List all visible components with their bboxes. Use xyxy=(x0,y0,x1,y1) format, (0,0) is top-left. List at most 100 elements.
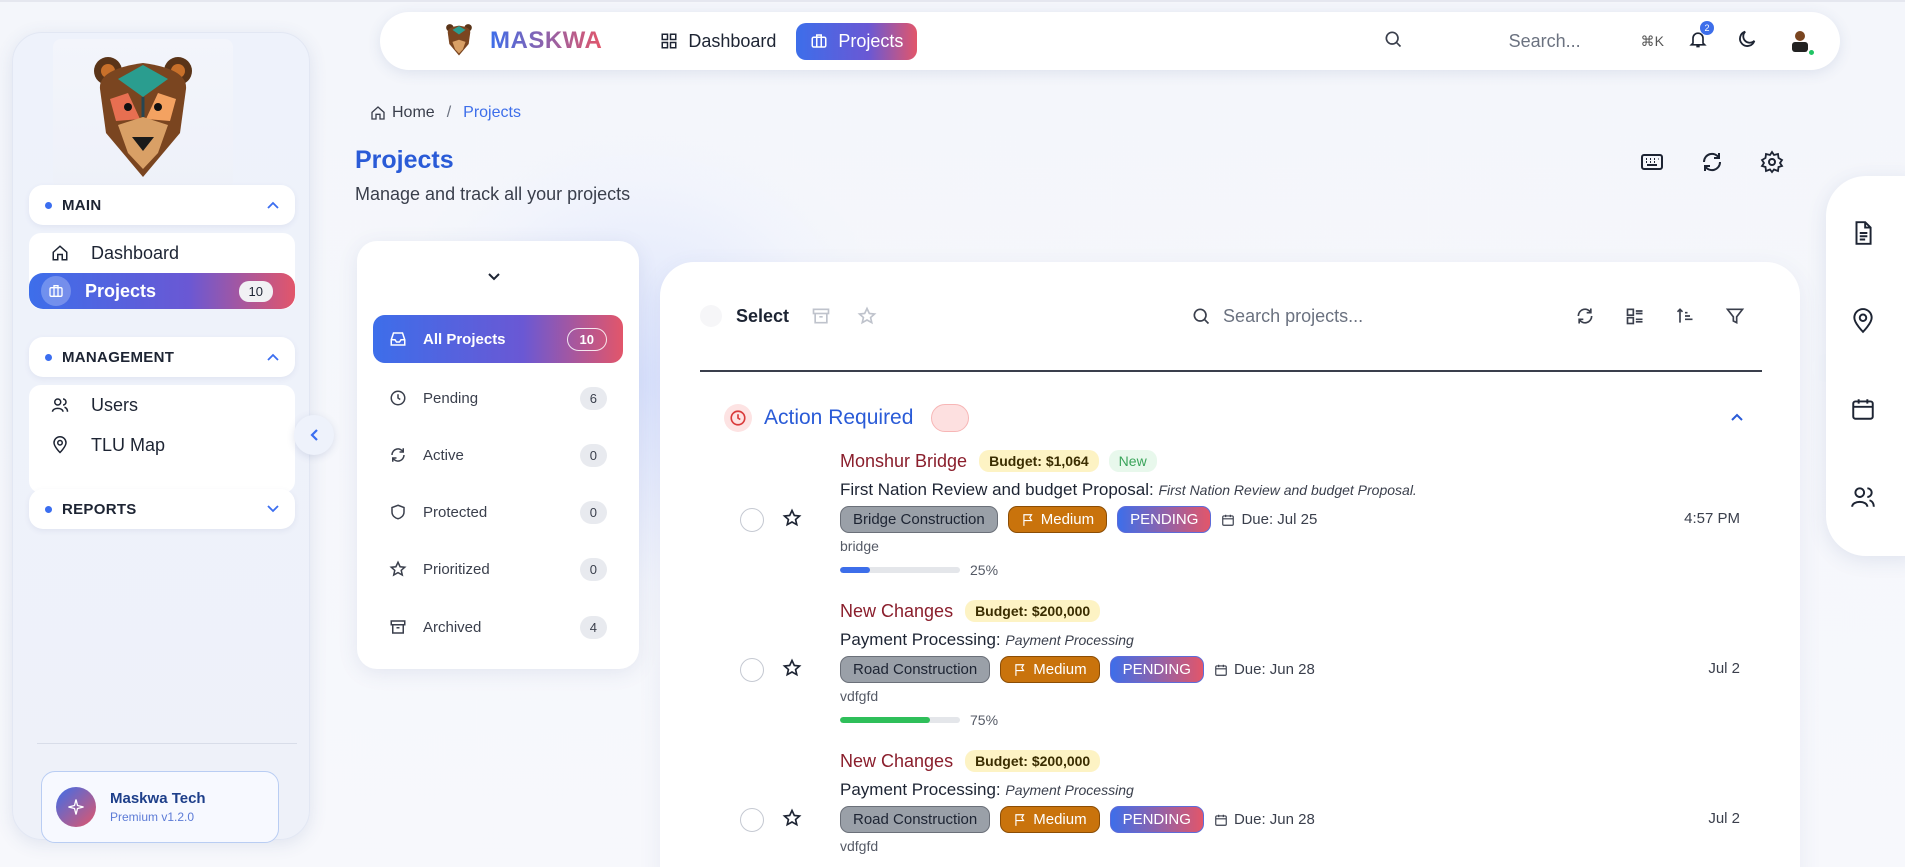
select-all-checkbox[interactable] xyxy=(700,305,722,327)
brand-version: Premium v1.2.0 xyxy=(110,810,195,824)
sidebar-item-projects[interactable]: Projects 10 xyxy=(29,273,295,309)
breadcrumb-home[interactable]: Home xyxy=(392,104,435,122)
briefcase-icon xyxy=(810,32,828,50)
sidebar-item-dashboard[interactable]: Dashboard xyxy=(29,233,295,273)
sort-button[interactable] xyxy=(1660,306,1710,326)
home-icon xyxy=(370,105,386,121)
status-badge: PENDING xyxy=(1109,806,1204,833)
document-icon xyxy=(1855,221,1872,245)
filter-label: Active xyxy=(423,446,464,464)
brand-card[interactable]: Maskwa Tech Premium v1.2.0 xyxy=(41,771,279,843)
favorite-button[interactable] xyxy=(782,808,802,833)
updated-time: Jul 2 xyxy=(1708,810,1740,827)
due-date-text: Due: Jul 25 xyxy=(1241,511,1318,528)
group-title: Action Required xyxy=(764,406,914,429)
new-badge: New xyxy=(1108,450,1157,472)
filter-button[interactable] xyxy=(1710,306,1760,326)
project-row[interactable]: Monshur Bridge Budget: $1,064 New First … xyxy=(740,450,1740,600)
refresh-list-button[interactable] xyxy=(1560,306,1610,326)
filter-pending[interactable]: Pending 6 xyxy=(373,375,623,421)
list-toolbar: Select xyxy=(700,296,1760,336)
top-navbar: MASKWA Dashboard Projects Search... ⌘K 2 xyxy=(380,12,1840,70)
breadcrumb-separator: / xyxy=(446,104,452,121)
filter-all-projects[interactable]: All Projects 10 xyxy=(373,315,623,363)
toolbar-divider xyxy=(700,370,1762,372)
collapse-sidebar-button[interactable] xyxy=(294,415,334,455)
users-icon xyxy=(1851,487,1875,508)
breadcrumb: Home / Projects xyxy=(370,104,521,122)
select-label[interactable]: Select xyxy=(736,306,789,327)
section-main-header[interactable]: MAIN xyxy=(29,185,295,225)
project-name[interactable]: New Changes xyxy=(840,751,953,772)
settings-button[interactable] xyxy=(1742,150,1802,174)
row-checkbox[interactable] xyxy=(740,658,764,682)
flag-icon xyxy=(1021,513,1035,527)
online-status xyxy=(1807,48,1816,57)
project-title: First Nation Review and budget Proposal:… xyxy=(840,480,1417,500)
sparkle-icon xyxy=(56,787,96,827)
section-reports-header[interactable]: REPORTS xyxy=(29,489,295,529)
favorite-button[interactable] xyxy=(782,658,802,683)
bear-logo[interactable] xyxy=(53,39,233,189)
view-toggle-button[interactable] xyxy=(1610,306,1660,326)
sidebar-item-users[interactable]: Users xyxy=(29,385,295,425)
row-checkbox[interactable] xyxy=(740,808,764,832)
filter-active[interactable]: Active 0 xyxy=(373,432,623,478)
keyboard-shortcuts-button[interactable] xyxy=(1622,150,1682,174)
filter-protected[interactable]: Protected 0 xyxy=(373,489,623,535)
header-actions xyxy=(1622,150,1802,174)
global-search[interactable]: Search... xyxy=(1383,29,1581,54)
filter-count: 0 xyxy=(579,557,607,581)
row-checkbox[interactable] xyxy=(740,508,764,532)
chevron-up-icon xyxy=(267,198,279,212)
topnav-dashboard[interactable]: Dashboard xyxy=(646,23,790,60)
collapse-filters-button[interactable] xyxy=(487,269,501,287)
theme-toggle[interactable] xyxy=(1736,28,1758,55)
section-management-header[interactable]: MANAGEMENT xyxy=(29,337,295,377)
refresh-icon xyxy=(1702,152,1722,172)
project-row[interactable]: New Changes Budget: $200,000 Payment Pro… xyxy=(740,750,1740,867)
favorite-button[interactable] xyxy=(782,508,802,533)
updated-time: Jul 2 xyxy=(1708,660,1740,677)
chevron-up-icon[interactable] xyxy=(1730,409,1744,427)
project-row[interactable]: New Changes Budget: $200,000 Payment Pro… xyxy=(740,600,1740,750)
calendar-button[interactable] xyxy=(1850,396,1876,427)
project-name[interactable]: Monshur Bridge xyxy=(840,451,967,472)
notifications-button[interactable]: 2 xyxy=(1688,20,1714,54)
group-count-badge xyxy=(931,404,970,432)
chevron-up-icon xyxy=(267,350,279,364)
archive-icon xyxy=(812,308,830,324)
due-date: Due: Jun 28 xyxy=(1214,661,1315,678)
calendar-icon xyxy=(1852,399,1874,420)
due-date: Due: Jun 28 xyxy=(1214,811,1315,828)
project-search[interactable] xyxy=(1191,305,1524,327)
brand-name: Maskwa Tech xyxy=(110,790,206,807)
priority-tag: Medium xyxy=(1000,806,1100,833)
star-selected-button[interactable] xyxy=(857,306,877,326)
project-name[interactable]: New Changes xyxy=(840,601,953,622)
app-brand[interactable]: MASKWA xyxy=(490,27,602,55)
gear-icon xyxy=(1760,150,1784,174)
archive-button[interactable] xyxy=(811,306,831,326)
user-avatar[interactable] xyxy=(1782,23,1818,59)
documents-button[interactable] xyxy=(1850,220,1876,251)
location-button[interactable] xyxy=(1850,308,1876,339)
group-header[interactable]: Action Required xyxy=(724,394,1744,442)
search-input[interactable] xyxy=(1223,305,1524,327)
refresh-button[interactable] xyxy=(1682,150,1742,174)
bear-logo-small[interactable] xyxy=(442,22,476,61)
filter-archived[interactable]: Archived 4 xyxy=(373,604,623,650)
count-badge: 10 xyxy=(238,280,273,302)
project-title-text: Payment Processing: xyxy=(840,630,1001,649)
filter-panel: All Projects 10 Pending 6 Active 0 Prote… xyxy=(357,241,639,669)
clock-icon xyxy=(724,404,752,432)
calendar-icon xyxy=(1214,663,1228,677)
page-title: Projects xyxy=(355,146,454,174)
search-icon xyxy=(1383,29,1403,54)
team-button[interactable] xyxy=(1850,484,1876,515)
sidebar-item-tlu-map[interactable]: TLU Map xyxy=(29,425,295,465)
category-tag: Bridge Construction xyxy=(840,506,998,533)
filter-prioritized[interactable]: Prioritized 0 xyxy=(373,546,623,592)
project-description: Payment Processing xyxy=(1005,782,1134,798)
topnav-projects[interactable]: Projects xyxy=(796,22,918,60)
